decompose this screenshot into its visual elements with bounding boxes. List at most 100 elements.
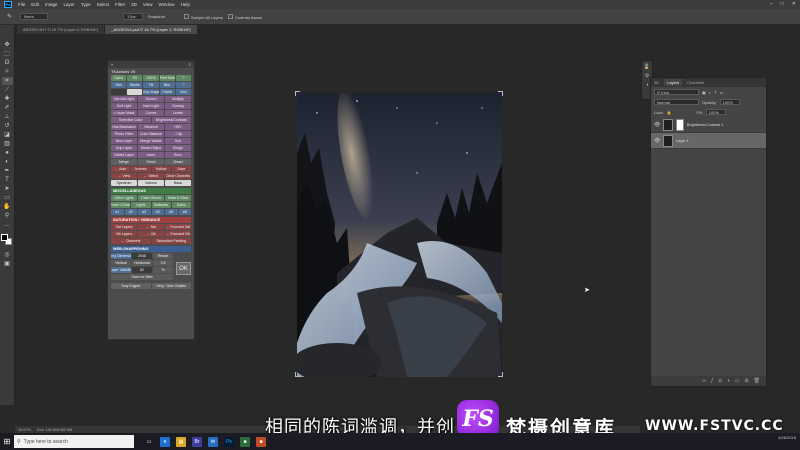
- taskbar-search[interactable]: ⚲ Type here to search: [14, 435, 134, 448]
- mode-dropdown[interactable]: Norm: [20, 13, 48, 20]
- action-button[interactable]: [111, 89, 127, 95]
- action-button[interactable]: Vertical: [111, 260, 131, 266]
- action-button[interactable]: Stm: [111, 82, 127, 88]
- action-button[interactable]: Dup Layer: [111, 145, 137, 151]
- action-button[interactable]: Brightness/Contrast: [151, 117, 191, 123]
- action-button[interactable]: #1: [111, 209, 124, 215]
- action-button[interactable]: 100%: [143, 75, 159, 81]
- action-button[interactable]: #3: [138, 209, 151, 215]
- action-button[interactable]: Dup Image: [143, 89, 159, 95]
- collapse-icon[interactable]: »: [111, 62, 113, 67]
- file-explorer-icon[interactable]: ▤: [176, 436, 186, 447]
- action-button[interactable]: New Layer: [111, 138, 137, 144]
- action-button[interactable]: Spectrum: [111, 180, 137, 186]
- mail-icon[interactable]: ✉: [208, 436, 218, 447]
- crop-handle[interactable]: [498, 372, 503, 377]
- filter-pixel-icon[interactable]: ▣: [702, 90, 706, 95]
- action-button[interactable]: Print Size: [159, 75, 175, 81]
- action-button[interactable]: Sort: [165, 138, 191, 144]
- action-button[interactable]: Merge Visible: [138, 138, 164, 144]
- action-button[interactable]: Actions: [138, 180, 164, 186]
- menu-file[interactable]: File: [18, 2, 25, 7]
- new-layer-icon[interactable]: ⊞: [744, 378, 748, 384]
- eyedropper-tool-icon[interactable]: ⟋: [2, 86, 13, 94]
- eye-icon[interactable]: 👁: [654, 122, 660, 128]
- move-tool-icon[interactable]: ✥: [2, 41, 13, 49]
- tab-document-2[interactable]: _ADGE014.psd © 16.7% (Layer 1, RGB/16*): [105, 25, 198, 34]
- action-button[interactable]: Layer Visibility: [111, 267, 131, 273]
- photoshop-taskbar-icon[interactable]: Ps: [224, 436, 234, 447]
- menu-type[interactable]: Type: [81, 2, 91, 7]
- crop-tool-icon[interactable]: ⌗: [1, 77, 13, 85]
- tab-layers[interactable]: Layers: [664, 79, 683, 86]
- filter-shape-icon[interactable]: ▭: [720, 90, 724, 95]
- action-button[interactable]: Finish: [138, 159, 164, 165]
- action-button[interactable]: Color Gloom: [138, 195, 164, 201]
- action-button[interactable]: Hard Light: [138, 103, 164, 109]
- type-tool-icon[interactable]: T: [2, 176, 13, 184]
- color-swatches[interactable]: [1, 234, 13, 246]
- action-button[interactable]: Vib Layers: [111, 231, 137, 237]
- properties-panel-icon[interactable]: ⚙: [645, 73, 649, 79]
- action-button[interactable]: ← View: [111, 173, 137, 179]
- action-button[interactable]: Dodge: [165, 145, 191, 151]
- action-button[interactable]: Hue/Saturation: [111, 124, 137, 130]
- blur-tool-icon[interactable]: ●: [2, 149, 13, 157]
- foreground-color-swatch[interactable]: [1, 234, 8, 241]
- action-button[interactable]: Overlay: [165, 103, 191, 109]
- quick-mask-icon[interactable]: ◎: [2, 251, 13, 259]
- system-tray[interactable]: 4/26/2018: [778, 435, 796, 441]
- action-button[interactable]: Multiply: [165, 96, 191, 102]
- menu-filter[interactable]: Filter: [115, 2, 125, 7]
- app-icon[interactable]: ■: [256, 436, 266, 447]
- filter-type-icon[interactable]: T: [714, 90, 716, 95]
- action-button[interactable]: Selective Color: [111, 117, 151, 123]
- action-button[interactable]: Blur: [159, 82, 175, 88]
- quick-select-tool-icon[interactable]: ✧: [2, 68, 13, 76]
- action-button[interactable]: ← Vib: [138, 231, 164, 237]
- layer-row-layer-1[interactable]: 👁 Layer 1: [651, 133, 766, 149]
- action-button[interactable]: Merge: [111, 159, 137, 165]
- action-button[interactable]: ← Focused Sat: [165, 224, 191, 230]
- action-button[interactable]: < Layer Mask: [111, 110, 137, 116]
- action-button[interactable]: Midtones: [151, 202, 171, 208]
- tab-3d[interactable]: 3D: [654, 80, 659, 85]
- crop-handle[interactable]: [295, 372, 300, 377]
- lock-icon[interactable]: 🔒: [667, 110, 672, 115]
- ok-button[interactable]: OK: [176, 262, 191, 275]
- action-button[interactable]: ← Auto: [111, 166, 131, 172]
- action-button[interactable]: Horizontal: [132, 260, 152, 266]
- tab-channels[interactable]: Channels: [687, 80, 704, 85]
- action-button[interactable]: ← Sat: [138, 224, 164, 230]
- menu-edit[interactable]: Edit: [31, 2, 39, 7]
- action-button[interactable]: Save for Web: [111, 274, 173, 280]
- windows-start-icon[interactable]: ⊞: [0, 433, 14, 450]
- action-button[interactable]: Darks: [171, 202, 191, 208]
- eye-icon[interactable]: 👁: [654, 138, 660, 144]
- menu-view[interactable]: View: [143, 2, 153, 7]
- shape-tool-icon[interactable]: ▭: [2, 194, 13, 202]
- gradient-tool-icon[interactable]: ▥: [2, 140, 13, 148]
- action-button[interactable]: Saturation Painting: [151, 238, 191, 244]
- size-field[interactable]: 17px: [123, 13, 143, 20]
- action-button[interactable]: Vibrance: [138, 124, 164, 130]
- tab-document-1[interactable]: AEGEN-HNT © 16.7% (Layer 0, RGB/16*): [17, 25, 106, 34]
- marquee-tool-icon[interactable]: ⬚: [2, 50, 13, 58]
- hand-tool-icon[interactable]: ✋: [2, 203, 13, 211]
- action-button[interactable]: Color Balance: [138, 131, 164, 137]
- sample-all-layers-option[interactable]: Sample All Layers: [183, 13, 223, 20]
- action-button[interactable]: Curves: [138, 110, 164, 116]
- blend-mode-dropdown[interactable]: Normal: [654, 99, 699, 105]
- action-button[interactable]: Fit: [127, 75, 143, 81]
- action-button[interactable]: Screen: [138, 96, 164, 102]
- action-button[interactable]: #5: [165, 209, 178, 215]
- minimize-icon[interactable]: –: [770, 1, 773, 7]
- more-tools-icon[interactable]: …: [2, 221, 13, 229]
- adjustments-panel-icon[interactable]: ◑: [645, 82, 648, 88]
- footer-button[interactable]: Help / User Guides: [151, 283, 191, 289]
- action-button[interactable]: Sort: [175, 89, 192, 95]
- action-button[interactable]: Sat Layers: [111, 224, 137, 230]
- action-button[interactable]: Fadeit: [159, 89, 175, 95]
- action-button[interactable]: 2048: [132, 253, 152, 259]
- lasso-tool-icon[interactable]: ʘ: [2, 59, 13, 67]
